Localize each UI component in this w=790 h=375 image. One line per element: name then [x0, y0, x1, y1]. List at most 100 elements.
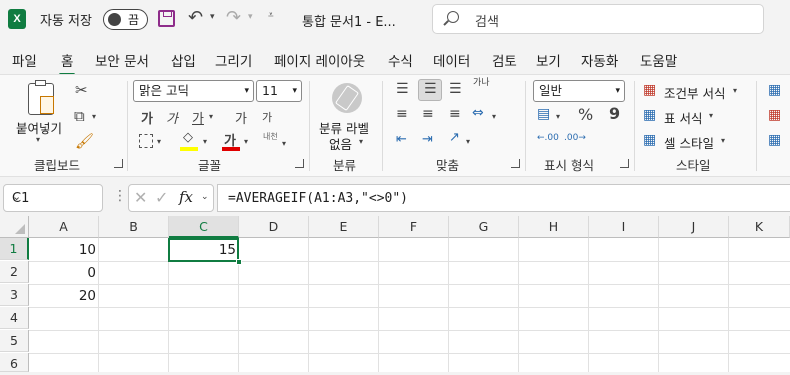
insert-function-button[interactable]: fx: [179, 188, 193, 206]
align-left-icon[interactable]: ≡: [396, 106, 408, 122]
format-as-table-dropdown-icon[interactable]: ▾: [709, 111, 713, 120]
decrease-indent-icon[interactable]: ⇤: [396, 132, 407, 147]
tab-home[interactable]: 홈: [58, 50, 76, 76]
copy-icon[interactable]: ⧉: [74, 107, 85, 125]
cell-a3[interactable]: 20: [29, 285, 99, 307]
column-header[interactable]: G: [449, 216, 519, 238]
column-header[interactable]: A: [29, 216, 99, 238]
alignment-launcher-icon[interactable]: [511, 159, 520, 168]
underline-dropdown-icon[interactable]: ▾: [209, 112, 213, 121]
cut-icon[interactable]: ✂: [75, 81, 88, 99]
phonetic-button[interactable]: 내천: [263, 131, 278, 142]
borders-icon[interactable]: [139, 134, 153, 148]
phonetic-dropdown-icon[interactable]: ▾: [282, 139, 286, 148]
column-header[interactable]: H: [519, 216, 589, 238]
tab-automate[interactable]: 자동화: [581, 50, 618, 70]
formula-input[interactable]: =AVERAGEIF(A1:A3,"<>0"): [217, 184, 790, 212]
autosave-toggle[interactable]: 끔: [103, 9, 148, 30]
format-cells-icon[interactable]: ▦: [768, 132, 781, 148]
merge-dropdown-icon[interactable]: ▾: [492, 112, 496, 121]
bold-button[interactable]: 가: [141, 108, 153, 127]
wrap-text-icon[interactable]: 가나: [473, 79, 490, 88]
column-header[interactable]: J: [659, 216, 729, 238]
cell-styles-icon[interactable]: ▦: [643, 132, 656, 148]
format-painter-icon[interactable]: 🖌: [75, 132, 94, 150]
shrink-font-button[interactable]: 가: [262, 109, 272, 125]
percent-style-button[interactable]: %: [578, 105, 593, 124]
tab-view[interactable]: 보기: [536, 50, 561, 70]
tab-help[interactable]: 도움말: [640, 50, 677, 70]
column-header[interactable]: E: [309, 216, 379, 238]
row-header[interactable]: 5: [0, 330, 29, 352]
fill-handle[interactable]: [236, 259, 242, 265]
column-header[interactable]: F: [379, 216, 449, 238]
select-all-button[interactable]: [0, 216, 29, 238]
worksheet-grid[interactable]: A B C D E F G H I J K 1 2 3 4 5 6 10 0 2…: [0, 216, 790, 372]
orientation-dropdown-icon[interactable]: ▾: [466, 137, 470, 146]
document-title[interactable]: 통합 문서1 - E...: [302, 11, 396, 30]
tab-page-layout[interactable]: 페이지 레이아웃: [274, 50, 365, 70]
grow-font-button[interactable]: 가: [235, 108, 247, 127]
italic-button[interactable]: 가: [166, 108, 178, 127]
sensitivity-label-icon[interactable]: [332, 83, 362, 113]
format-as-table-button[interactable]: 표 서식: [664, 108, 702, 127]
fill-color-icon[interactable]: ◇: [183, 130, 193, 145]
increase-indent-icon[interactable]: ⇥: [422, 132, 433, 147]
conditional-format-icon[interactable]: ▦: [643, 82, 656, 98]
name-box[interactable]: C1 ⌄: [3, 184, 103, 212]
insert-cells-icon[interactable]: ▦: [768, 82, 781, 98]
tab-review[interactable]: 검토: [492, 50, 517, 70]
cell-a1[interactable]: 10: [29, 239, 99, 261]
accounting-dropdown-icon[interactable]: ▾: [556, 112, 560, 121]
cancel-icon[interactable]: ✕: [134, 188, 147, 207]
redo-icon[interactable]: ↷: [226, 7, 241, 28]
tab-insert[interactable]: 삽입: [171, 50, 196, 70]
font-size-select[interactable]: 11 ▾: [256, 80, 302, 102]
merge-center-icon[interactable]: ⇔: [472, 105, 484, 121]
align-bottom-icon[interactable]: ☰: [449, 81, 462, 97]
accounting-format-icon[interactable]: ▤: [537, 106, 550, 122]
paste-icon[interactable]: [28, 80, 54, 115]
tab-file[interactable]: 파일: [12, 50, 37, 70]
formula-dropdown-icon[interactable]: ⌄: [201, 192, 209, 202]
orientation-icon[interactable]: ↗: [449, 130, 460, 145]
customize-qat-icon[interactable]: ⩡: [268, 10, 274, 21]
sensitivity-dropdown-icon[interactable]: ▾: [359, 137, 363, 146]
undo-dropdown-icon[interactable]: ▾: [210, 12, 215, 22]
number-format-select[interactable]: 일반 ▾: [533, 80, 625, 102]
align-center-icon[interactable]: ≡: [422, 106, 434, 122]
align-middle-button[interactable]: ☰: [418, 79, 442, 101]
search-box[interactable]: 검색: [432, 4, 764, 34]
font-name-select[interactable]: 맑은 고딕 ▾: [133, 80, 254, 102]
conditional-format-button[interactable]: 조건부 서식: [664, 83, 725, 102]
column-header[interactable]: C: [169, 216, 239, 238]
cell-styles-dropdown-icon[interactable]: ▾: [721, 136, 725, 145]
row-header[interactable]: 6: [0, 353, 29, 372]
font-color-dropdown-icon[interactable]: ▾: [244, 137, 248, 146]
undo-icon[interactable]: ↶: [188, 7, 203, 28]
comma-style-button[interactable]: 9: [609, 104, 620, 123]
align-top-icon[interactable]: ☰: [396, 81, 409, 97]
borders-dropdown-icon[interactable]: ▾: [157, 137, 161, 146]
fill-color-dropdown-icon[interactable]: ▾: [203, 137, 207, 146]
underline-button[interactable]: 가: [192, 108, 204, 127]
number-launcher-icon[interactable]: [620, 159, 629, 168]
tab-protect[interactable]: 보안 문서: [95, 50, 149, 70]
row-header[interactable]: 4: [0, 307, 29, 329]
column-header[interactable]: K: [729, 216, 790, 238]
tab-formulas[interactable]: 수식: [388, 50, 413, 70]
enter-icon[interactable]: ✓: [155, 188, 168, 207]
column-header[interactable]: I: [589, 216, 659, 238]
column-header[interactable]: D: [239, 216, 309, 238]
column-header[interactable]: B: [99, 216, 169, 238]
conditional-format-dropdown-icon[interactable]: ▾: [733, 86, 737, 95]
decrease-decimal-icon[interactable]: .00→: [564, 133, 586, 143]
redo-dropdown-icon[interactable]: ▾: [248, 12, 253, 22]
cell-styles-button[interactable]: 셀 스타일: [664, 133, 714, 152]
sensitivity-label-line2[interactable]: 없음: [329, 134, 352, 153]
row-header[interactable]: 1: [0, 238, 29, 260]
formula-bar-grip-icon[interactable]: ⋮: [113, 188, 127, 204]
tab-draw[interactable]: 그리기: [215, 50, 252, 70]
increase-decimal-icon[interactable]: ←.00: [537, 133, 559, 143]
row-header[interactable]: 2: [0, 261, 29, 283]
